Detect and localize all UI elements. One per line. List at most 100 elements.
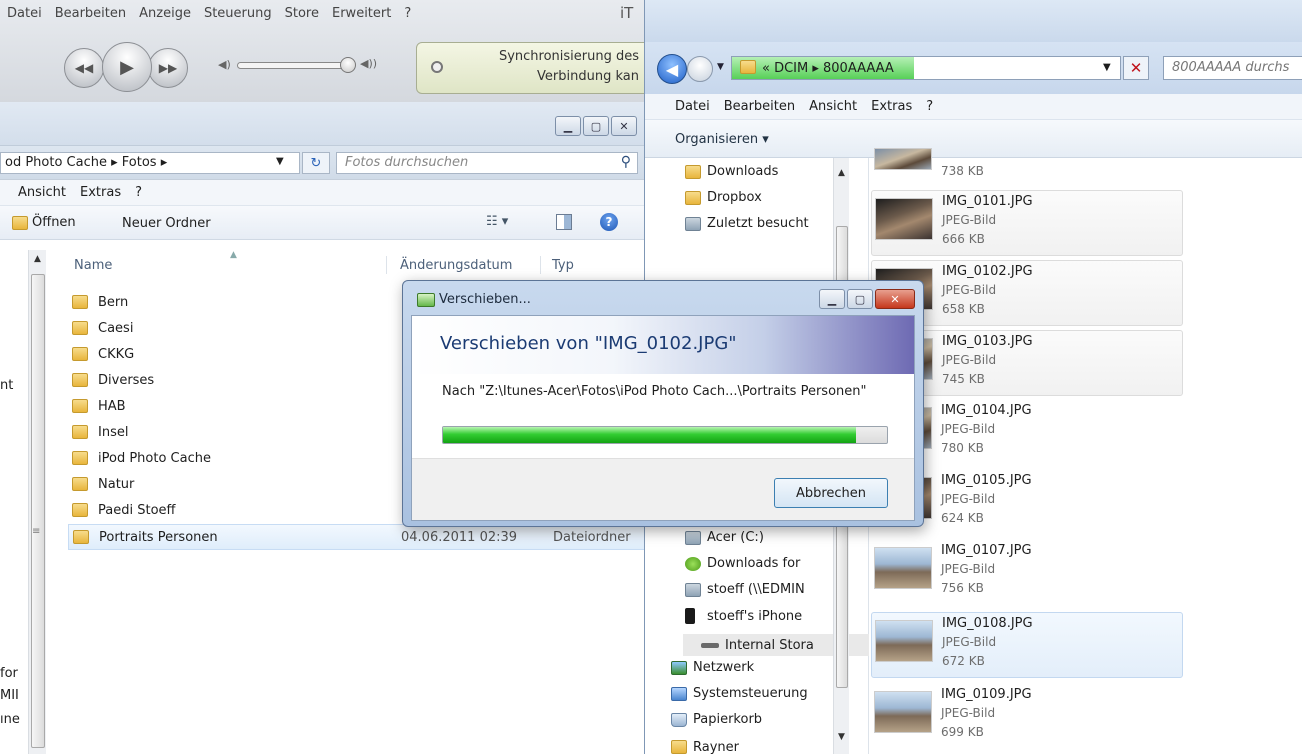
volume-knob[interactable] bbox=[340, 57, 356, 73]
organize-button[interactable]: Organisieren ▾ bbox=[675, 132, 769, 147]
sort-ascending-icon: ▲ bbox=[230, 250, 237, 260]
dialog-body: Verschieben von "IMG_0102.JPG" Nach "Z:\… bbox=[411, 315, 915, 521]
folder-name: Paedi Stoeff bbox=[98, 503, 176, 518]
minimize-button[interactable]: ▁ bbox=[819, 289, 845, 309]
dialog-footer: Abbrechen bbox=[412, 458, 914, 520]
stop-button[interactable]: ✕ bbox=[1123, 56, 1149, 80]
volume-slider[interactable] bbox=[237, 62, 349, 69]
folder-icon bbox=[72, 477, 88, 491]
nav-pane-fragment[interactable]: nt bbox=[0, 378, 13, 393]
sync-status-line-2: Verbindung kan bbox=[537, 69, 639, 84]
search-placeholder: 800AAAAA durchs bbox=[1172, 60, 1290, 75]
close-button[interactable]: ✕ bbox=[875, 289, 915, 309]
file-tile[interactable]: IMG_0109.JPG JPEG-Bild 699 KB bbox=[871, 684, 1183, 750]
left-navigation-pane: nt for MII ıne bbox=[0, 250, 28, 754]
file-tile-selected[interactable]: IMG_0108.JPG JPEG-Bild 672 KB bbox=[871, 612, 1183, 678]
itunes-menu-erweitert[interactable]: Erweitert bbox=[325, 0, 397, 26]
breadcrumb[interactable]: od Photo Cache ▸ Fotos ▸ bbox=[0, 152, 300, 174]
itunes-menu-store[interactable]: Store bbox=[278, 0, 325, 26]
search-input[interactable]: Fotos durchsuchen ⚲ bbox=[336, 152, 638, 174]
column-header-date[interactable]: Änderungsdatum bbox=[400, 258, 512, 273]
image-thumbnail bbox=[874, 691, 932, 733]
previous-track-button[interactable]: ◀◀ bbox=[64, 48, 104, 88]
new-folder-button[interactable]: Neuer Ordner bbox=[122, 216, 211, 231]
file-tile[interactable]: IMG_0101.JPG JPEG-Bild 666 KB bbox=[871, 190, 1183, 256]
menu-ansicht[interactable]: Ansicht bbox=[809, 99, 857, 114]
chevron-down-icon[interactable]: ▼ bbox=[1103, 62, 1111, 73]
scrollbar-thumb[interactable] bbox=[31, 274, 45, 748]
nav-item-partial[interactable]: Rayner bbox=[671, 740, 853, 754]
nav-pane-scrollbar[interactable]: ▲ ≡ bbox=[28, 250, 46, 754]
dialog-title: Verschieben... bbox=[439, 292, 531, 307]
folder-row-selected[interactable]: Portraits Personen 04.06.2011 02:39 Date… bbox=[68, 524, 646, 550]
itunes-menu-datei[interactable]: Datei bbox=[0, 0, 48, 26]
column-divider[interactable] bbox=[540, 256, 541, 274]
scroll-up-icon[interactable]: ▲ bbox=[838, 168, 845, 178]
column-divider[interactable] bbox=[386, 256, 387, 274]
address-bar[interactable]: « DCIM ▸ 800AAAAA bbox=[731, 56, 1121, 80]
menu-ansicht[interactable]: Ansicht bbox=[18, 185, 66, 200]
scroll-up-icon[interactable]: ▲ bbox=[34, 254, 41, 264]
menu-extras[interactable]: Extras bbox=[80, 185, 121, 200]
itunes-menu-anzeige[interactable]: Anzeige bbox=[132, 0, 197, 26]
folder-icon bbox=[72, 503, 88, 517]
address-text: « DCIM ▸ 800AAAAA bbox=[740, 60, 894, 76]
minimize-button[interactable]: ▁ bbox=[555, 116, 581, 136]
close-button[interactable]: ✕ bbox=[611, 116, 637, 136]
open-button[interactable]: Öffnen bbox=[12, 215, 76, 230]
image-thumbnail bbox=[874, 148, 932, 170]
menu-bearbeiten[interactable]: Bearbeiten bbox=[724, 99, 795, 114]
preview-pane-button[interactable] bbox=[556, 214, 572, 230]
menu-extras[interactable]: Extras bbox=[871, 99, 912, 114]
itunes-menu-steuerung[interactable]: Steuerung bbox=[197, 0, 278, 26]
nav-item-control-panel[interactable]: Systemsteuerung bbox=[671, 686, 853, 701]
history-dropdown-icon[interactable]: ▼ bbox=[717, 62, 724, 72]
file-size: 756 KB bbox=[941, 581, 984, 595]
itunes-menu-help[interactable]: ? bbox=[397, 0, 417, 26]
help-button[interactable]: ? bbox=[600, 213, 618, 231]
volume-high-icon: ◀)) bbox=[360, 57, 378, 70]
nav-pane-fragment[interactable]: for bbox=[0, 666, 18, 681]
folder-icon bbox=[72, 425, 88, 439]
move-progress-dialog: Verschieben... ▁ ▢ ✕ Verschieben von "IM… bbox=[402, 280, 924, 527]
play-button[interactable]: ▶ bbox=[102, 42, 152, 92]
column-header-type[interactable]: Typ bbox=[552, 258, 574, 273]
cancel-button[interactable]: Abbrechen bbox=[774, 478, 888, 508]
itunes-title: iT bbox=[620, 4, 634, 22]
move-files-icon bbox=[417, 293, 435, 307]
view-options-button[interactable]: ☷ ▾ bbox=[486, 214, 508, 229]
dialog-header-band: Verschieben von "IMG_0102.JPG" bbox=[412, 316, 914, 374]
search-icon[interactable]: ⚲ bbox=[621, 154, 631, 170]
image-thumbnail bbox=[874, 547, 932, 589]
next-track-button[interactable]: ▶▶ bbox=[148, 48, 188, 88]
fast-forward-icon: ▶▶ bbox=[158, 61, 178, 75]
left-window-caption-buttons: ▁ ▢ ✕ bbox=[555, 116, 637, 136]
storage-icon bbox=[701, 642, 719, 648]
maximize-button[interactable]: ▢ bbox=[847, 289, 873, 309]
menu-help[interactable]: ? bbox=[926, 99, 933, 114]
column-header-name[interactable]: Name bbox=[74, 258, 112, 273]
nav-item-label: Internal Stora bbox=[725, 637, 814, 653]
search-input[interactable]: 800AAAAA durchs bbox=[1163, 56, 1302, 80]
refresh-button[interactable]: ↻ bbox=[302, 152, 330, 174]
file-tile[interactable]: IMG_0107.JPG JPEG-Bild 756 KB bbox=[871, 540, 1183, 606]
nav-pane-fragment[interactable]: MII bbox=[0, 688, 19, 703]
folder-icon bbox=[685, 164, 701, 179]
chevron-down-icon[interactable]: ▼ bbox=[276, 156, 284, 167]
nav-item-label: stoeff (\\EDMIN bbox=[707, 582, 805, 597]
maximize-button[interactable]: ▢ bbox=[583, 116, 609, 136]
nav-item-network[interactable]: Netzwerk bbox=[671, 660, 853, 675]
file-tile-partial[interactable]: 738 KB bbox=[871, 148, 1183, 184]
nav-item-label: Zuletzt besucht bbox=[707, 216, 809, 231]
play-icon: ▶ bbox=[120, 56, 134, 78]
file-type: JPEG-Bild bbox=[942, 213, 997, 227]
file-type: JPEG-Bild bbox=[941, 562, 996, 576]
nav-pane-fragment[interactable]: ıne bbox=[0, 712, 20, 727]
menu-datei[interactable]: Datei bbox=[675, 99, 710, 114]
nav-item-trash[interactable]: Papierkorb bbox=[671, 712, 853, 727]
scroll-down-icon[interactable]: ▼ bbox=[838, 732, 845, 742]
menu-help[interactable]: ? bbox=[135, 185, 142, 200]
itunes-menu-bearbeiten[interactable]: Bearbeiten bbox=[48, 0, 132, 26]
back-button[interactable]: ◀ bbox=[657, 54, 687, 84]
forward-button[interactable] bbox=[687, 56, 713, 82]
